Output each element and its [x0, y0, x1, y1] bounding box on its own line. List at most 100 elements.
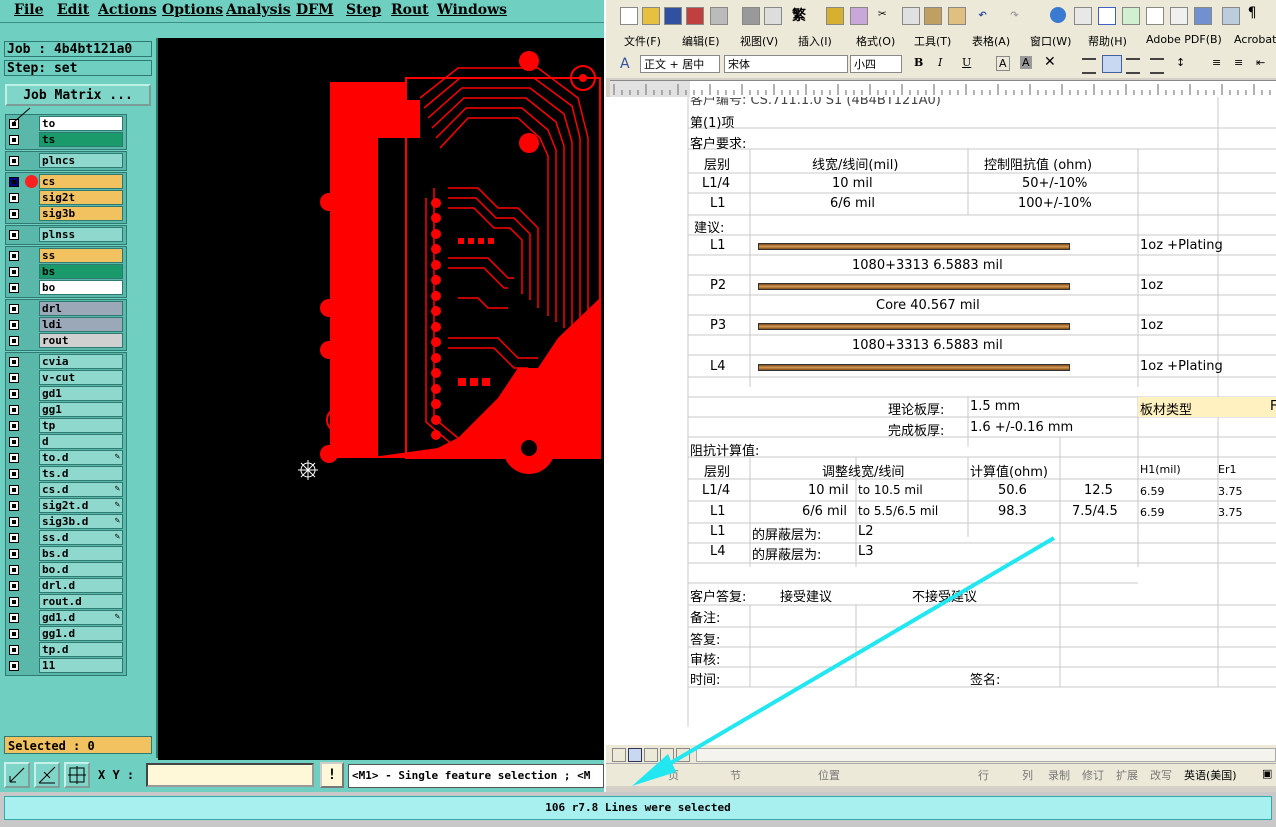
layer-name[interactable]: cvia [39, 354, 123, 369]
layer-row-gd1[interactable]: gd1 [5, 386, 127, 402]
layer-name[interactable]: ss [39, 248, 123, 263]
print-preview-icon[interactable] [742, 7, 760, 25]
status-extend[interactable]: 扩展 [1116, 767, 1138, 783]
layer-display-checkbox[interactable] [9, 517, 19, 527]
pcb-canvas[interactable] [158, 38, 604, 760]
layer-row-sig2t[interactable]: sig2t [5, 190, 127, 206]
research-icon[interactable] [850, 7, 868, 25]
font-size-dropdown[interactable]: 小四 [850, 55, 902, 73]
permission-icon[interactable] [686, 7, 704, 25]
word-document[interactable]: 客户编号: CS.711.1.0 S1 (4B4BT121A0) 第(1)项 客… [606, 97, 1276, 745]
layer-display-checkbox[interactable] [9, 645, 19, 655]
layer-row-bs.d[interactable]: bs.d [5, 546, 127, 562]
layer-row-plncs[interactable]: plncs [5, 153, 127, 169]
layer-display-checkbox[interactable] [9, 613, 19, 623]
word-menu-file[interactable]: 文件(F) [624, 33, 661, 49]
layer-display-checkbox[interactable] [9, 119, 19, 129]
layer-display-checkbox[interactable] [9, 336, 19, 346]
tables-borders-icon[interactable] [1074, 7, 1092, 25]
new-document-icon[interactable] [620, 7, 638, 25]
menu-edit[interactable]: Edit [57, 2, 89, 18]
cut-icon[interactable]: ✂ [878, 6, 894, 22]
word-menu-table[interactable]: 表格(A) [972, 33, 1010, 49]
character-border-icon[interactable]: A [996, 56, 1010, 71]
align-justify-icon[interactable] [1082, 58, 1096, 74]
layer-row-to[interactable]: to [5, 116, 127, 132]
word-menu-adobe-pdf[interactable]: Adobe PDF(B) [1146, 33, 1222, 46]
grid-snap-button[interactable] [64, 762, 90, 788]
character-shading-icon[interactable]: A [1020, 56, 1032, 69]
layer-display-checkbox[interactable] [9, 421, 19, 431]
layer-display-checkbox[interactable] [9, 177, 19, 187]
outline-view-icon[interactable] [660, 748, 674, 762]
align-center-icon[interactable] [1102, 55, 1122, 73]
layer-row-ts.d[interactable]: ts.d [5, 466, 127, 482]
reading-view-icon[interactable] [676, 748, 690, 762]
menu-file[interactable]: File [14, 2, 43, 18]
word-menu-tools[interactable]: 工具(T) [914, 33, 951, 49]
layer-display-checkbox[interactable] [9, 267, 19, 277]
layer-display-checkbox[interactable] [9, 629, 19, 639]
layer-display-checkbox[interactable] [9, 230, 19, 240]
layer-name[interactable]: bo [39, 280, 123, 295]
open-folder-icon[interactable] [642, 7, 660, 25]
layer-display-checkbox[interactable] [9, 533, 19, 543]
layer-name[interactable]: bo.d [39, 562, 123, 577]
bold-icon[interactable]: B [914, 56, 923, 69]
redo-icon[interactable]: ↷ [1010, 5, 1026, 23]
layer-name[interactable]: drl.d [39, 578, 123, 593]
layer-name[interactable]: rout [39, 333, 123, 348]
layer-name[interactable]: sig2t.d ✎ [39, 498, 123, 513]
style-dropdown[interactable]: 正文 + 居中 [640, 55, 720, 73]
layer-display-checkbox[interactable] [9, 304, 19, 314]
print-view-icon[interactable] [644, 748, 658, 762]
normal-view-icon[interactable] [612, 748, 626, 762]
layer-row-bo[interactable]: bo [5, 280, 127, 296]
layer-name[interactable]: to [39, 116, 123, 131]
layer-name[interactable]: bs.d [39, 546, 123, 561]
menu-rout[interactable]: Rout [391, 2, 429, 18]
layer-row-bs[interactable]: bs [5, 264, 127, 280]
layer-name[interactable]: ts.d [39, 466, 123, 481]
layer-row-drl.d[interactable]: drl.d [5, 578, 127, 594]
layer-name[interactable]: sig2t [39, 190, 123, 205]
undo-icon[interactable]: ↶ [978, 5, 994, 23]
layer-display-checkbox[interactable] [9, 283, 19, 293]
menu-step[interactable]: Step [346, 2, 381, 18]
layer-display-checkbox[interactable] [9, 405, 19, 415]
menu-windows[interactable]: Windows [437, 2, 507, 18]
layer-row-gd1.d[interactable]: gd1.d ✎ [5, 610, 127, 626]
layer-display-checkbox[interactable] [9, 501, 19, 511]
layer-display-checkbox[interactable] [9, 156, 19, 166]
layer-row-ldi[interactable]: ldi [5, 317, 127, 333]
layer-display-checkbox[interactable] [9, 661, 19, 671]
layer-row-tp[interactable]: tp [5, 418, 127, 434]
layer-row-d[interactable]: d [5, 434, 127, 450]
layer-row-cs.d[interactable]: cs.d ✎ [5, 482, 127, 498]
word-menu-format[interactable]: 格式(O) [856, 33, 895, 49]
layer-row-cs[interactable]: cs [5, 174, 127, 190]
layer-display-checkbox[interactable] [9, 357, 19, 367]
layer-name[interactable]: ts [39, 132, 123, 147]
layer-row-rout.d[interactable]: rout.d [5, 594, 127, 610]
word-menu-help[interactable]: 帮助(H) [1088, 33, 1127, 49]
layer-name[interactable]: sig3b.d ✎ [39, 514, 123, 529]
insert-excel-icon[interactable] [1122, 7, 1140, 25]
font-dropdown[interactable]: 宋体 [724, 55, 848, 73]
status-overtype[interactable]: 改写 [1150, 767, 1172, 783]
spelling-icon[interactable] [826, 7, 844, 25]
layer-name[interactable]: v-cut [39, 370, 123, 385]
insert-table-icon[interactable] [1098, 7, 1116, 25]
layer-name[interactable]: plnss [39, 227, 123, 242]
layer-display-checkbox[interactable] [9, 373, 19, 383]
job-matrix-button[interactable]: Job Matrix ... [5, 84, 151, 106]
word-menu-window[interactable]: 窗口(W) [1030, 33, 1071, 49]
drawing-icon[interactable] [1170, 7, 1188, 25]
layer-display-checkbox[interactable] [9, 469, 19, 479]
underline-icon[interactable]: U [962, 56, 971, 69]
layer-name[interactable]: drl [39, 301, 123, 316]
layer-name[interactable]: tp.d [39, 642, 123, 657]
ruler[interactable] [610, 80, 1276, 98]
layer-name[interactable]: plncs [39, 153, 123, 168]
align-right-icon[interactable] [1126, 58, 1140, 74]
